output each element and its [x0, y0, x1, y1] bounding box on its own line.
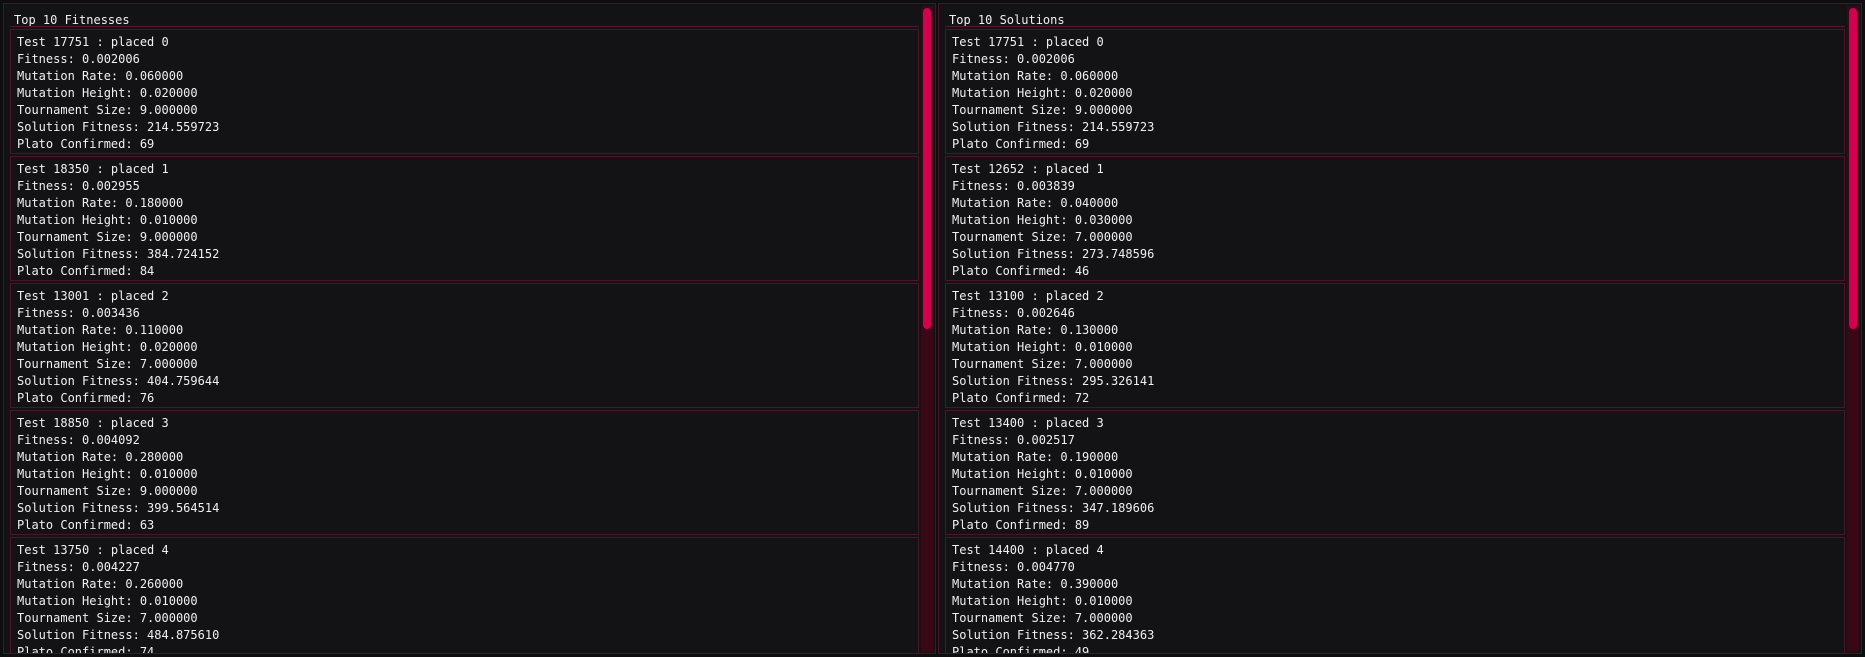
entry-fitness: Fitness: 0.002517: [952, 433, 1075, 447]
entry-mutation-height: Mutation Height: 0.020000: [17, 340, 198, 354]
entry-solution-fitness: Solution Fitness: 384.724152: [17, 247, 220, 261]
entry-plato-confirmed: Plato Confirmed: 76: [17, 391, 155, 405]
list-item: Test 18850 : placed 3 Fitness: 0.004092 …: [10, 410, 919, 535]
entry-mutation-height: Mutation Height: 0.010000: [17, 594, 198, 608]
entry-header: Test 17751 : placed 0: [952, 35, 1104, 49]
entry-tournament-size: Tournament Size: 7.000000: [952, 230, 1133, 244]
entry-solution-fitness: Solution Fitness: 484.875610: [17, 628, 220, 642]
list-item: Test 12652 : placed 1 Fitness: 0.003839 …: [945, 156, 1845, 281]
list-item: Test 13750 : placed 4 Fitness: 0.004227 …: [10, 537, 919, 654]
title-divider: [945, 26, 1845, 27]
entry-mutation-rate: Mutation Rate: 0.060000: [952, 69, 1119, 83]
solution-entry-list: Test 17751 : placed 0 Fitness: 0.002006 …: [945, 29, 1845, 654]
entry-mutation-height: Mutation Height: 0.030000: [952, 213, 1133, 227]
entry-solution-fitness: Solution Fitness: 404.759644: [17, 374, 220, 388]
entry-plato-confirmed: Plato Confirmed: 69: [17, 137, 155, 151]
entry-mutation-rate: Mutation Rate: 0.260000: [17, 577, 184, 591]
panel-title: Top 10 Fitnesses: [14, 13, 130, 27]
entry-mutation-rate: Mutation Rate: 0.390000: [952, 577, 1119, 591]
entry-mutation-height: Mutation Height: 0.010000: [952, 467, 1133, 481]
entry-fitness: Fitness: 0.003839: [952, 179, 1075, 193]
list-item: Test 14400 : placed 4 Fitness: 0.004770 …: [945, 537, 1845, 654]
entry-plato-confirmed: Plato Confirmed: 74: [17, 645, 155, 654]
entry-mutation-rate: Mutation Rate: 0.130000: [952, 323, 1119, 337]
list-item: Test 13100 : placed 2 Fitness: 0.002646 …: [945, 283, 1845, 408]
entry-mutation-rate: Mutation Rate: 0.060000: [17, 69, 184, 83]
list-item: Test 18350 : placed 1 Fitness: 0.002955 …: [10, 156, 919, 281]
entry-tournament-size: Tournament Size: 7.000000: [952, 357, 1133, 371]
scrollbar-thumb[interactable]: [1849, 8, 1857, 329]
entry-mutation-height: Mutation Height: 0.010000: [17, 467, 198, 481]
entry-mutation-height: Mutation Height: 0.010000: [17, 213, 198, 227]
entry-fitness: Fitness: 0.002006: [952, 52, 1075, 66]
entry-header: Test 12652 : placed 1: [952, 162, 1104, 176]
entry-mutation-height: Mutation Height: 0.010000: [952, 594, 1133, 608]
entry-solution-fitness: Solution Fitness: 347.189606: [952, 501, 1155, 515]
entry-solution-fitness: Solution Fitness: 399.564514: [17, 501, 220, 515]
entry-mutation-rate: Mutation Rate: 0.110000: [17, 323, 184, 337]
entry-tournament-size: Tournament Size: 7.000000: [952, 484, 1133, 498]
entry-fitness: Fitness: 0.004770: [952, 560, 1075, 574]
entry-tournament-size: Tournament Size: 9.000000: [952, 103, 1133, 117]
list-item: Test 13400 : placed 3 Fitness: 0.002517 …: [945, 410, 1845, 535]
entry-tournament-size: Tournament Size: 9.000000: [17, 484, 198, 498]
entry-plato-confirmed: Plato Confirmed: 84: [17, 264, 155, 278]
entry-solution-fitness: Solution Fitness: 214.559723: [952, 120, 1155, 134]
entry-tournament-size: Tournament Size: 9.000000: [17, 103, 198, 117]
entry-solution-fitness: Solution Fitness: 214.559723: [17, 120, 220, 134]
entry-solution-fitness: Solution Fitness: 362.284363: [952, 628, 1155, 642]
entry-fitness: Fitness: 0.002646: [952, 306, 1075, 320]
scrollbar-thumb[interactable]: [923, 8, 931, 329]
top-fitnesses-panel[interactable]: Top 10 Fitnesses Test 17751 : placed 0 F…: [3, 3, 936, 654]
entry-solution-fitness: Solution Fitness: 273.748596: [952, 247, 1155, 261]
list-item: Test 17751 : placed 0 Fitness: 0.002006 …: [945, 29, 1845, 154]
entry-mutation-height: Mutation Height: 0.020000: [17, 86, 198, 100]
entry-fitness: Fitness: 0.002006: [17, 52, 140, 66]
entry-header: Test 17751 : placed 0: [17, 35, 169, 49]
entry-header: Test 13001 : placed 2: [17, 289, 169, 303]
entry-header: Test 14400 : placed 4: [952, 543, 1104, 557]
fitness-entry-list: Test 17751 : placed 0 Fitness: 0.002006 …: [10, 29, 919, 654]
entry-plato-confirmed: Plato Confirmed: 49: [952, 645, 1090, 654]
entry-plato-confirmed: Plato Confirmed: 69: [952, 137, 1090, 151]
entry-fitness: Fitness: 0.004227: [17, 560, 140, 574]
entry-header: Test 18350 : placed 1: [17, 162, 169, 176]
entry-tournament-size: Tournament Size: 7.000000: [17, 357, 198, 371]
entry-fitness: Fitness: 0.002955: [17, 179, 140, 193]
entry-solution-fitness: Solution Fitness: 295.326141: [952, 374, 1155, 388]
entry-plato-confirmed: Plato Confirmed: 72: [952, 391, 1090, 405]
entry-fitness: Fitness: 0.004092: [17, 433, 140, 447]
title-divider: [10, 26, 919, 27]
entry-mutation-height: Mutation Height: 0.010000: [952, 340, 1133, 354]
entry-header: Test 13100 : placed 2: [952, 289, 1104, 303]
entry-tournament-size: Tournament Size: 7.000000: [952, 611, 1133, 625]
app-root: Top 10 Fitnesses Test 17751 : placed 0 F…: [0, 0, 1865, 657]
entry-tournament-size: Tournament Size: 7.000000: [17, 611, 198, 625]
list-item: Test 13001 : placed 2 Fitness: 0.003436 …: [10, 283, 919, 408]
entry-mutation-rate: Mutation Rate: 0.180000: [17, 196, 184, 210]
vertical-scrollbar[interactable]: [1847, 6, 1859, 652]
entry-mutation-rate: Mutation Rate: 0.190000: [952, 450, 1119, 464]
entry-mutation-rate: Mutation Rate: 0.040000: [952, 196, 1119, 210]
entry-plato-confirmed: Plato Confirmed: 63: [17, 518, 155, 532]
list-item: Test 17751 : placed 0 Fitness: 0.002006 …: [10, 29, 919, 154]
top-solutions-panel[interactable]: Top 10 Solutions Test 17751 : placed 0 F…: [938, 3, 1862, 654]
entry-mutation-height: Mutation Height: 0.020000: [952, 86, 1133, 100]
entry-header: Test 18850 : placed 3: [17, 416, 169, 430]
entry-mutation-rate: Mutation Rate: 0.280000: [17, 450, 184, 464]
panel-title: Top 10 Solutions: [949, 13, 1065, 27]
entry-tournament-size: Tournament Size: 9.000000: [17, 230, 198, 244]
entry-plato-confirmed: Plato Confirmed: 89: [952, 518, 1090, 532]
entry-header: Test 13750 : placed 4: [17, 543, 169, 557]
vertical-scrollbar[interactable]: [921, 6, 933, 652]
entry-fitness: Fitness: 0.003436: [17, 306, 140, 320]
entry-header: Test 13400 : placed 3: [952, 416, 1104, 430]
entry-plato-confirmed: Plato Confirmed: 46: [952, 264, 1090, 278]
